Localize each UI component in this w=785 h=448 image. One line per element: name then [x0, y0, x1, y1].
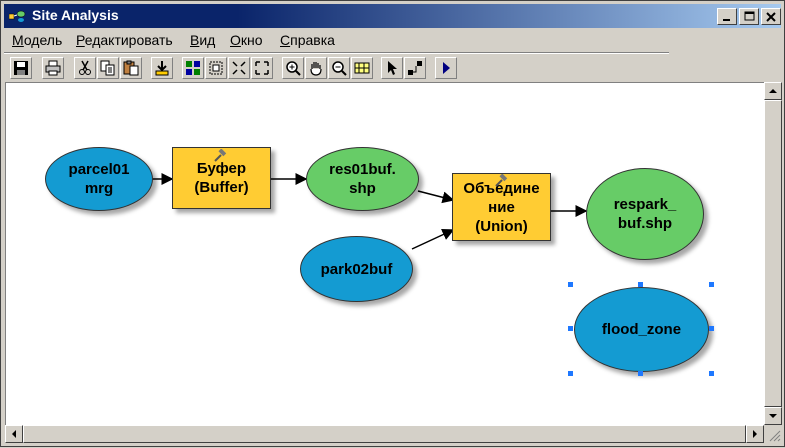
paste-button[interactable] — [120, 57, 142, 79]
vertical-scrollbar[interactable] — [764, 82, 782, 425]
model-icon — [9, 10, 26, 22]
zoom-in-icon — [286, 61, 301, 76]
input-flood-zone[interactable]: flood_zone — [574, 287, 709, 372]
add-data-icon — [155, 61, 169, 76]
menu-view[interactable]: Вид — [190, 32, 215, 48]
print-button[interactable] — [42, 57, 64, 79]
toolbar — [4, 55, 781, 81]
selection-handle[interactable] — [568, 282, 573, 287]
auto-layout-button[interactable] — [182, 57, 204, 79]
menu-window[interactable]: Окно — [230, 32, 263, 48]
close-icon — [766, 11, 776, 22]
arrow-down-icon — [769, 414, 777, 418]
menu-model[interactable]: Модель — [12, 32, 62, 48]
pan-button[interactable] — [305, 57, 327, 79]
selection-handle[interactable] — [638, 371, 643, 376]
connect-button[interactable] — [404, 57, 426, 79]
full-extent-icon — [209, 61, 223, 75]
size-grip-icon — [769, 430, 781, 442]
grid-icon — [354, 62, 370, 74]
arrow-up-icon — [769, 89, 777, 93]
size-grip[interactable] — [764, 425, 782, 443]
full-extent-button[interactable] — [205, 57, 227, 79]
app-window: Site Analysis Модель Редактировать Вид О… — [0, 0, 785, 447]
menu-bar: Модель Редактировать Вид Окно Справка — [4, 29, 781, 51]
connector-park-union[interactable] — [411, 228, 455, 250]
hammer-icon — [495, 174, 508, 187]
paste-icon — [123, 60, 139, 76]
select-icon — [388, 61, 397, 75]
scroll-right-button[interactable] — [746, 425, 764, 443]
close-button[interactable] — [761, 8, 781, 25]
scroll-thumb-horizontal[interactable] — [23, 425, 746, 443]
minimize-icon — [723, 18, 730, 21]
connector-res01-union[interactable] — [417, 190, 455, 204]
copy-button[interactable] — [97, 57, 119, 79]
copy-icon — [100, 60, 115, 76]
cut-button[interactable] — [74, 57, 96, 79]
selection-handle[interactable] — [568, 371, 573, 376]
model-canvas[interactable]: parcel01 mrg Буфер (Buffer) res01buf. sh… — [5, 82, 765, 426]
select-button[interactable] — [381, 57, 403, 79]
auto-layout-icon — [186, 61, 200, 75]
save-button[interactable] — [10, 57, 32, 79]
zoom-out-button[interactable] — [328, 57, 350, 79]
hammer-icon — [214, 149, 227, 162]
input-park02buf[interactable]: park02buf — [300, 236, 413, 302]
selection-handle[interactable] — [568, 326, 573, 331]
grid-button[interactable] — [351, 57, 373, 79]
zoom-out-icon — [332, 61, 347, 76]
save-icon — [14, 61, 28, 75]
selection-handle[interactable] — [709, 371, 714, 376]
run-button[interactable] — [435, 57, 457, 79]
pan-icon — [310, 62, 322, 76]
horizontal-scrollbar[interactable] — [5, 425, 764, 443]
scroll-left-button[interactable] — [5, 425, 23, 443]
zoom-in-fixed-icon — [232, 61, 246, 75]
arrow-right-icon — [753, 430, 757, 438]
zoom-out-fixed-button[interactable] — [251, 57, 273, 79]
menu-separator — [4, 52, 669, 54]
add-data-button[interactable] — [151, 57, 173, 79]
connect-icon — [408, 61, 422, 75]
cut-icon — [79, 60, 91, 75]
print-icon — [45, 60, 61, 76]
menu-edit[interactable]: Редактировать — [76, 32, 173, 48]
run-icon — [443, 62, 450, 74]
output-res01buf[interactable]: res01buf. shp — [306, 147, 419, 211]
menu-help[interactable]: Справка — [280, 32, 335, 48]
maximize-icon — [744, 11, 754, 21]
minimize-button[interactable] — [717, 8, 737, 25]
selection-handle[interactable] — [709, 326, 714, 331]
maximize-button[interactable] — [739, 8, 759, 25]
zoom-in-fixed-button[interactable] — [228, 57, 250, 79]
scroll-thumb-vertical[interactable] — [764, 100, 782, 407]
scroll-down-button[interactable] — [764, 407, 782, 425]
scroll-up-button[interactable] — [764, 82, 782, 100]
title-bar[interactable]: Site Analysis — [4, 4, 781, 28]
zoom-in-button[interactable] — [282, 57, 304, 79]
input-parcel01mrg[interactable]: parcel01 mrg — [45, 147, 153, 211]
selection-handle[interactable] — [709, 282, 714, 287]
zoom-out-fixed-icon — [255, 61, 269, 75]
arrow-left-icon — [12, 430, 16, 438]
window-title: Site Analysis — [32, 7, 119, 23]
output-respark-buf[interactable]: respark_ buf.shp — [586, 168, 704, 260]
selection-handle[interactable] — [638, 282, 643, 287]
